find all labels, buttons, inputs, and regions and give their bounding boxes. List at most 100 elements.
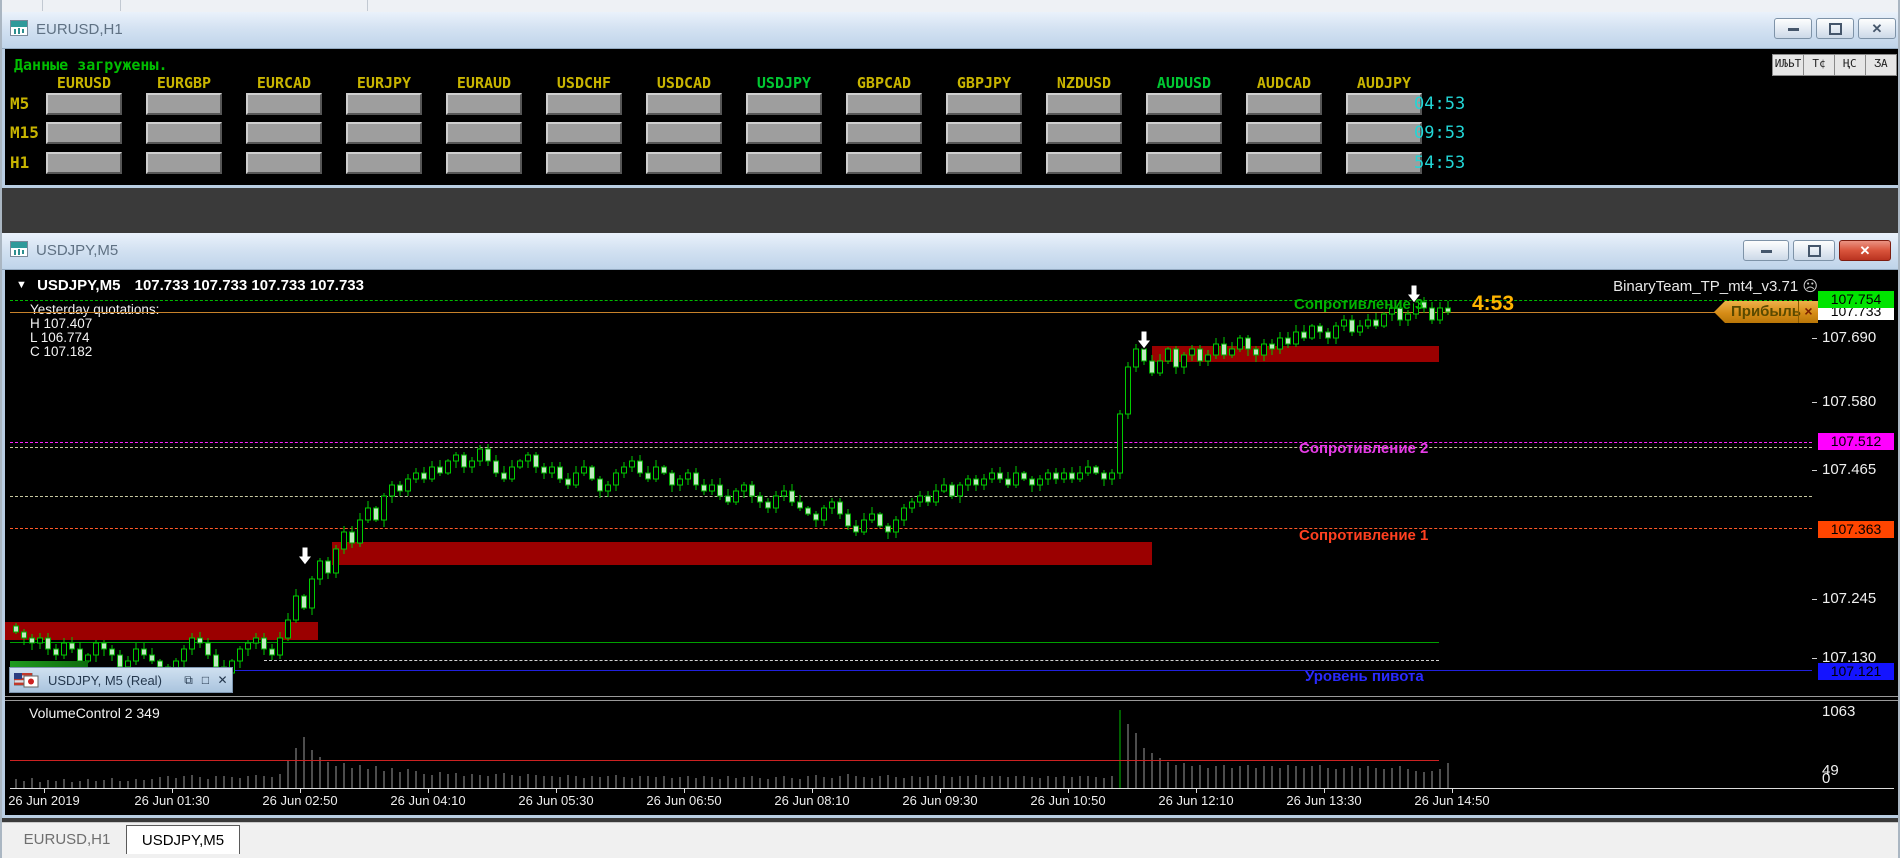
indicator-box: [1046, 93, 1122, 115]
candle: [1406, 314, 1411, 320]
pivot-label[interactable]: Уровень пивота: [1305, 668, 1424, 685]
candle: [1334, 326, 1339, 338]
candle: [854, 526, 859, 532]
indicator-box: [946, 93, 1022, 115]
window2-titlebar[interactable]: USDJPY,M5 ✕: [2, 233, 1900, 270]
candle-timer: 4:53: [1472, 292, 1514, 316]
mini-window-title: USDJPY, M5 (Real): [48, 673, 162, 688]
candle: [502, 473, 507, 479]
window1-titlebar[interactable]: EURUSD,H1 ✕: [2, 12, 1900, 49]
candle: [974, 479, 979, 485]
mt4-workspace: EURUSD,H1 ✕ Данные загружены. EURUSDEURG…: [0, 0, 1900, 858]
time-label: 26 Jun 05:30: [498, 793, 614, 808]
candle: [14, 626, 19, 632]
candle: [486, 449, 491, 461]
tab-eurusd-h1[interactable]: EURUSD,H1: [12, 825, 122, 854]
indicator-box: [1146, 93, 1222, 115]
time-label: 26 Jun 2019: [0, 793, 102, 808]
candle: [1214, 344, 1219, 355]
candle: [662, 467, 667, 473]
window2-maximize-button[interactable]: [1793, 240, 1835, 261]
candle: [950, 485, 955, 496]
candle: [342, 532, 347, 549]
candle: [862, 520, 867, 532]
candle: [70, 643, 75, 649]
resistance2-label[interactable]: Сопротивление 2: [1299, 440, 1428, 457]
volume-scale-zero: 0: [1822, 770, 1830, 787]
time-tick: [556, 789, 557, 793]
candle: [518, 461, 523, 467]
candle: [1438, 308, 1443, 320]
mini-chart-window-titlebar[interactable]: USDJPY, M5 (Real) ⧉ □ ✕: [9, 667, 233, 693]
candle: [910, 502, 915, 508]
candle: [462, 455, 467, 467]
candle: [1158, 361, 1163, 373]
indicator-box: [1046, 122, 1122, 144]
window2-close-button[interactable]: ✕: [1839, 240, 1891, 261]
pane-separator[interactable]: [5, 700, 1899, 701]
candle: [830, 502, 835, 508]
time-axis-line: [10, 788, 1894, 789]
candle: [1246, 338, 1251, 349]
price-tick: [1812, 658, 1817, 659]
volume-scale-max: 1063: [1822, 703, 1855, 720]
candle: [574, 473, 579, 485]
candle: [254, 638, 259, 643]
candle: [318, 561, 323, 579]
mini-restore-icon[interactable]: ⧉: [182, 674, 195, 687]
price-badge: 107.121: [1818, 663, 1894, 680]
resistance3-label[interactable]: Сопротивление 3: [1294, 296, 1423, 313]
candle: [886, 526, 891, 532]
indicator-box: [246, 152, 322, 174]
resistance1-label[interactable]: Сопротивление 1: [1299, 527, 1428, 544]
symbol-header: EURUSD: [44, 74, 124, 92]
window2-minimize-button[interactable]: [1743, 240, 1789, 261]
candle: [966, 479, 971, 485]
candle: [1294, 332, 1299, 344]
time-label: 26 Jun 13:30: [1266, 793, 1382, 808]
symbol-header: AUDUSD: [1144, 74, 1224, 92]
candle: [894, 520, 899, 532]
candle: [526, 455, 531, 461]
profit-badge-close-icon[interactable]: ×: [1798, 301, 1818, 323]
candle: [1374, 320, 1379, 326]
mini-close-icon[interactable]: ✕: [216, 674, 229, 687]
candle: [782, 491, 787, 496]
candle: [38, 638, 43, 643]
mini-maximize-icon[interactable]: □: [199, 674, 212, 687]
corner-button[interactable]: ҢС: [1834, 54, 1866, 76]
candle: [22, 632, 27, 638]
corner-button[interactable]: ИЉЬТ: [1772, 54, 1804, 76]
candlestick-chart[interactable]: [2, 272, 1814, 696]
candle: [926, 496, 931, 502]
candle: [878, 514, 883, 526]
corner-button[interactable]: ӠА: [1865, 54, 1897, 76]
indicator-box: [446, 152, 522, 174]
pane-separator[interactable]: [5, 696, 1899, 697]
candle: [1302, 332, 1307, 338]
tab-usdjpy-m5[interactable]: USDJPY,M5: [126, 825, 240, 854]
profit-badge[interactable]: Прибыль ×: [1714, 301, 1818, 323]
window1-minimize-button[interactable]: [1774, 18, 1812, 39]
candle: [510, 467, 515, 479]
time-tick: [1068, 789, 1069, 793]
candle: [694, 473, 699, 485]
indicator-box: [746, 93, 822, 115]
candle: [310, 579, 315, 608]
time-tick: [1452, 789, 1453, 793]
candle: [742, 485, 747, 491]
time-label: 26 Jun 09:30: [882, 793, 998, 808]
candle: [1254, 349, 1259, 355]
window1-close-button[interactable]: ✕: [1858, 18, 1896, 39]
candle: [454, 455, 459, 461]
candle: [1070, 473, 1075, 479]
candle: [390, 485, 395, 496]
window1-maximize-button[interactable]: [1816, 18, 1854, 39]
candle: [702, 485, 707, 491]
volume-chart[interactable]: [2, 702, 1814, 788]
candle: [1046, 473, 1051, 479]
indicator-box: [746, 122, 822, 144]
corner-button[interactable]: Т¢: [1803, 54, 1835, 76]
candle: [278, 638, 283, 655]
price-label: 107.465: [1822, 461, 1876, 478]
